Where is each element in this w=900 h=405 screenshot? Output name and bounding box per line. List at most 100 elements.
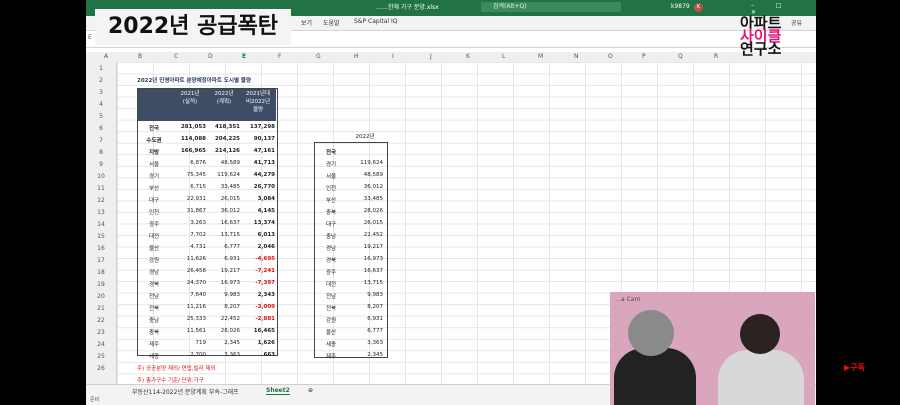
cell-diff[interactable]: 663 xyxy=(241,352,275,358)
side-row-value[interactable]: 9,983 xyxy=(349,292,383,298)
cell-2021[interactable]: 6,876 xyxy=(172,160,206,166)
row-label[interactable]: 전국 xyxy=(137,124,171,132)
side-row-label[interactable]: 전남 xyxy=(314,292,348,300)
cell-diff[interactable]: 6,013 xyxy=(241,232,275,238)
cell-diff[interactable]: 16,465 xyxy=(241,328,275,334)
row-label[interactable]: 부산 xyxy=(137,184,171,192)
cell-2021[interactable]: 3,263 xyxy=(172,220,206,226)
row-header[interactable]: 20 xyxy=(86,293,116,300)
cell-diff[interactable]: -7,397 xyxy=(241,280,275,286)
cell-diff[interactable]: 13,374 xyxy=(241,220,275,226)
cell-diff[interactable]: 26,770 xyxy=(241,184,275,190)
cell-2022[interactable]: 22,452 xyxy=(206,316,240,322)
cell-2021[interactable]: 114,088 xyxy=(172,136,206,142)
cell-2021[interactable]: 2,700 xyxy=(172,352,206,358)
column-header[interactable]: A xyxy=(104,53,108,60)
side-row-label[interactable]: 대구 xyxy=(314,220,348,228)
cell-2021[interactable]: 11,626 xyxy=(172,256,206,262)
cell-2021[interactable]: 31,867 xyxy=(172,208,206,214)
cell-diff[interactable]: 90,137 xyxy=(241,136,275,142)
cell-2022[interactable]: 6,931 xyxy=(206,256,240,262)
row-label[interactable]: 서울 xyxy=(137,160,171,168)
row-header[interactable]: 7 xyxy=(86,137,116,144)
cell-2022[interactable]: 26,015 xyxy=(206,196,240,202)
cell-2021[interactable]: 281,053 xyxy=(172,124,206,130)
row-header[interactable]: 12 xyxy=(86,197,116,204)
tab-sp-capital-iq[interactable]: S&P Capital IQ xyxy=(354,18,397,25)
side-row-label[interactable]: 울산 xyxy=(314,328,348,336)
side-header[interactable]: 2022년 xyxy=(347,132,383,140)
search-box[interactable]: 검색(Alt+Q) xyxy=(481,2,621,12)
column-header[interactable]: Q xyxy=(678,53,683,60)
cell-2021[interactable]: 24,370 xyxy=(172,280,206,286)
name-box[interactable]: E xyxy=(88,34,92,41)
side-row-value[interactable]: 6,931 xyxy=(349,316,383,322)
column-header[interactable]: O xyxy=(608,53,613,60)
side-row-value[interactable]: 19,217 xyxy=(349,244,383,250)
column-header[interactable]: J xyxy=(430,53,432,60)
row-label[interactable]: 경기 xyxy=(137,172,171,180)
cell-diff[interactable]: 137,298 xyxy=(241,124,275,130)
row-header[interactable]: 18 xyxy=(86,269,116,276)
cell-2021[interactable]: 25,333 xyxy=(172,316,206,322)
side-row-value[interactable]: 13,715 xyxy=(349,280,383,286)
side-row-label[interactable]: 인천 xyxy=(314,184,348,192)
column-header[interactable]: E xyxy=(242,53,246,60)
cell-diff[interactable]: 44,279 xyxy=(241,172,275,178)
row-header[interactable]: 24 xyxy=(86,341,116,348)
row-header[interactable]: 15 xyxy=(86,233,116,240)
add-sheet-icon[interactable]: ⊕ xyxy=(308,387,313,394)
row-label[interactable]: 수도권 xyxy=(137,136,171,144)
side-row-value[interactable]: 33,485 xyxy=(349,196,383,202)
row-label[interactable]: 대전 xyxy=(137,232,171,240)
row-header[interactable]: 3 xyxy=(86,89,116,96)
cell-diff[interactable]: -4,695 xyxy=(241,256,275,262)
side-row-label[interactable]: 제주 xyxy=(314,352,348,360)
cell-2022[interactable]: 48,589 xyxy=(206,160,240,166)
row-header[interactable]: 8 xyxy=(86,149,116,156)
cell-2022[interactable]: 16,637 xyxy=(206,220,240,226)
row-header[interactable]: 19 xyxy=(86,281,116,288)
footnote[interactable]: 주) 공공분양 제외/ 연립,빌라 제외 xyxy=(137,364,216,372)
column-header[interactable]: L xyxy=(502,53,505,60)
cell-2021[interactable]: 166,965 xyxy=(172,148,206,154)
side-row-label[interactable]: 경기 xyxy=(314,160,348,168)
side-row-label[interactable]: 광주 xyxy=(314,268,348,276)
side-row-value[interactable]: 6,777 xyxy=(349,328,383,334)
row-header[interactable]: 25 xyxy=(86,353,116,360)
cell-2021[interactable]: 11,561 xyxy=(172,328,206,334)
row-label[interactable]: 지방 xyxy=(137,148,171,156)
cell-2022[interactable]: 418,351 xyxy=(206,124,240,130)
side-row-value[interactable]: 2,345 xyxy=(349,352,383,358)
cell-2021[interactable]: 4,731 xyxy=(172,244,206,250)
cell-diff[interactable]: 41,713 xyxy=(241,160,275,166)
side-row-value[interactable]: 36,012 xyxy=(349,184,383,190)
row-header[interactable]: 11 xyxy=(86,185,116,192)
row-label[interactable]: 경남 xyxy=(137,268,171,276)
row-label[interactable]: 울산 xyxy=(137,244,171,252)
side-row-label[interactable]: 대전 xyxy=(314,280,348,288)
column-header[interactable]: R xyxy=(714,53,718,60)
cell-diff[interactable]: 2,046 xyxy=(241,244,275,250)
cell-diff[interactable]: -7,241 xyxy=(241,268,275,274)
share-button[interactable]: 공유 xyxy=(791,18,802,27)
row-label[interactable]: 세종 xyxy=(137,352,171,360)
cell-2022[interactable]: 33,485 xyxy=(206,184,240,190)
cell-diff[interactable]: 4,145 xyxy=(241,208,275,214)
side-row-value[interactable]: 3,363 xyxy=(349,340,383,346)
side-row-label[interactable]: 전국 xyxy=(314,148,348,156)
side-row-label[interactable]: 충북 xyxy=(314,208,348,216)
cell-2022[interactable]: 16,973 xyxy=(206,280,240,286)
column-header[interactable]: C xyxy=(174,53,178,60)
cell-2022[interactable]: 6,777 xyxy=(206,244,240,250)
cell-diff[interactable]: 2,343 xyxy=(241,292,275,298)
sheet-tab-graph[interactable]: 부동산114-2022년 분양계획 부속-그래프 xyxy=(132,387,239,396)
cell-diff[interactable]: 1,626 xyxy=(241,340,275,346)
cell-2021[interactable]: 719 xyxy=(172,340,207,346)
row-label[interactable]: 강원 xyxy=(137,256,171,264)
row-header[interactable]: 1 xyxy=(86,65,116,72)
side-row-label[interactable]: 세종 xyxy=(314,340,348,348)
cell-2022[interactable]: 9,983 xyxy=(206,292,240,298)
cell-2021[interactable]: 26,458 xyxy=(172,268,206,274)
cell-2021[interactable]: 6,715 xyxy=(172,184,206,190)
